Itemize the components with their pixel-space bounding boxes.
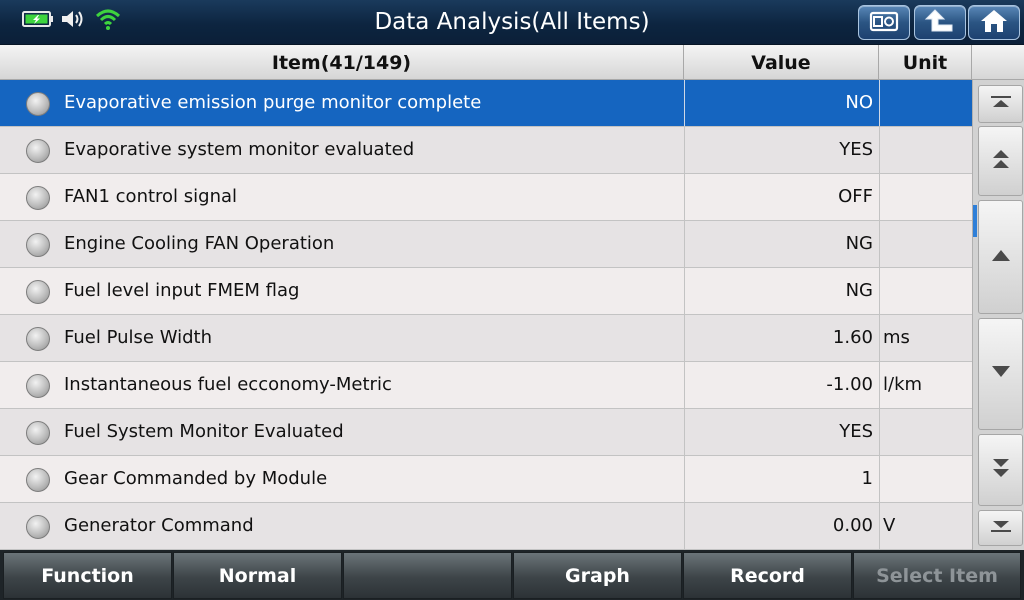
unit-cell (879, 268, 972, 314)
item-cell: Fuel Pulse Width (64, 327, 212, 348)
value-column-header[interactable]: Value (684, 45, 879, 80)
table-header: Item(41/149) Value Unit (0, 45, 1024, 80)
value-cell: 0.00 (684, 503, 879, 549)
value-cell: OFF (684, 174, 879, 220)
select-item-button[interactable]: Select Item (853, 552, 1021, 599)
scroll-top-icon (989, 94, 1013, 114)
scroll-bottom-icon (989, 518, 1013, 538)
page-down-button[interactable] (978, 434, 1023, 506)
radio-button[interactable] (26, 280, 50, 304)
table-row[interactable]: Fuel Pulse Width 1.60 ms (0, 315, 972, 362)
line-down-icon (989, 364, 1013, 384)
scroll-bottom-button[interactable] (978, 510, 1023, 546)
function-button[interactable]: Function (3, 552, 172, 599)
table-row[interactable]: Engine Cooling FAN Operation NG (0, 221, 972, 268)
header-corner (972, 45, 1024, 80)
bottom-toolbar: Function Normal Graph Record Select Item (0, 550, 1024, 600)
normal-button[interactable]: Normal (173, 552, 342, 599)
upload-icon (924, 8, 956, 38)
radio-button[interactable] (26, 327, 50, 351)
radio-button[interactable] (26, 139, 50, 163)
title-bar: Data Analysis(All Items) (0, 0, 1024, 45)
unit-cell (879, 174, 972, 220)
data-table: Evaporative emission purge monitor compl… (0, 80, 972, 550)
unit-column-header[interactable]: Unit (879, 45, 972, 80)
graph-button[interactable]: Graph (513, 552, 682, 599)
unit-cell (879, 80, 972, 126)
page-up-button[interactable] (978, 126, 1023, 196)
table-row[interactable]: Fuel System Monitor Evaluated YES (0, 409, 972, 456)
item-column-header[interactable]: Item(41/149) (0, 45, 684, 80)
unit-cell (879, 221, 972, 267)
table-row[interactable]: Evaporative emission purge monitor compl… (0, 80, 972, 127)
item-cell: Evaporative system monitor evaluated (64, 139, 415, 160)
table-row[interactable]: Instantaneous fuel ecconomy-Metric -1.00… (0, 362, 972, 409)
radio-button[interactable] (26, 374, 50, 398)
unit-cell (879, 127, 972, 173)
radio-button[interactable] (26, 421, 50, 445)
line-down-button[interactable] (978, 318, 1023, 430)
radio-button[interactable] (26, 233, 50, 257)
radio-button[interactable] (26, 186, 50, 210)
value-cell: 1 (684, 456, 879, 502)
screenshot-icon (868, 9, 900, 37)
item-cell: Instantaneous fuel ecconomy-Metric (64, 374, 392, 395)
value-cell: YES (684, 409, 879, 455)
back-button[interactable] (914, 5, 966, 40)
value-cell: NG (684, 268, 879, 314)
item-cell: Engine Cooling FAN Operation (64, 233, 335, 254)
page-up-icon (989, 147, 1013, 175)
item-cell: FAN1 control signal (64, 186, 238, 207)
value-cell: 1.60 (684, 315, 879, 361)
table-row[interactable]: FAN1 control signal OFF (0, 174, 972, 221)
table-row[interactable]: Fuel level input FMEM flag NG (0, 268, 972, 315)
value-cell: -1.00 (684, 362, 879, 408)
item-cell: Evaporative emission purge monitor compl… (64, 92, 482, 113)
value-cell: NG (684, 221, 879, 267)
unit-cell (879, 456, 972, 502)
item-cell: Gear Commanded by Module (64, 468, 328, 489)
blank-button[interactable] (343, 552, 512, 599)
record-button[interactable]: Record (683, 552, 852, 599)
item-cell: Fuel System Monitor Evaluated (64, 421, 344, 442)
item-cell: Generator Command (64, 515, 254, 536)
unit-cell: V (879, 503, 972, 549)
home-button[interactable] (968, 5, 1020, 40)
scroll-thumb[interactable] (973, 205, 977, 237)
table-row[interactable]: Gear Commanded by Module 1 (0, 456, 972, 503)
scroll-panel (972, 80, 1024, 550)
line-up-icon (989, 247, 1013, 267)
unit-cell: ms (879, 315, 972, 361)
scroll-top-button[interactable] (978, 85, 1023, 123)
unit-cell: l/km (879, 362, 972, 408)
value-cell: YES (684, 127, 879, 173)
home-icon (979, 8, 1009, 38)
radio-button[interactable] (26, 92, 50, 116)
table-row[interactable]: Evaporative system monitor evaluated YES (0, 127, 972, 174)
screenshot-button[interactable] (858, 5, 910, 40)
radio-button[interactable] (26, 468, 50, 492)
page-down-icon (989, 456, 1013, 484)
line-up-button[interactable] (978, 200, 1023, 314)
unit-cell (879, 409, 972, 455)
radio-button[interactable] (26, 515, 50, 539)
table-row[interactable]: Generator Command 0.00 V (0, 503, 972, 550)
value-cell: NO (684, 80, 879, 126)
item-cell: Fuel level input FMEM flag (64, 280, 300, 301)
